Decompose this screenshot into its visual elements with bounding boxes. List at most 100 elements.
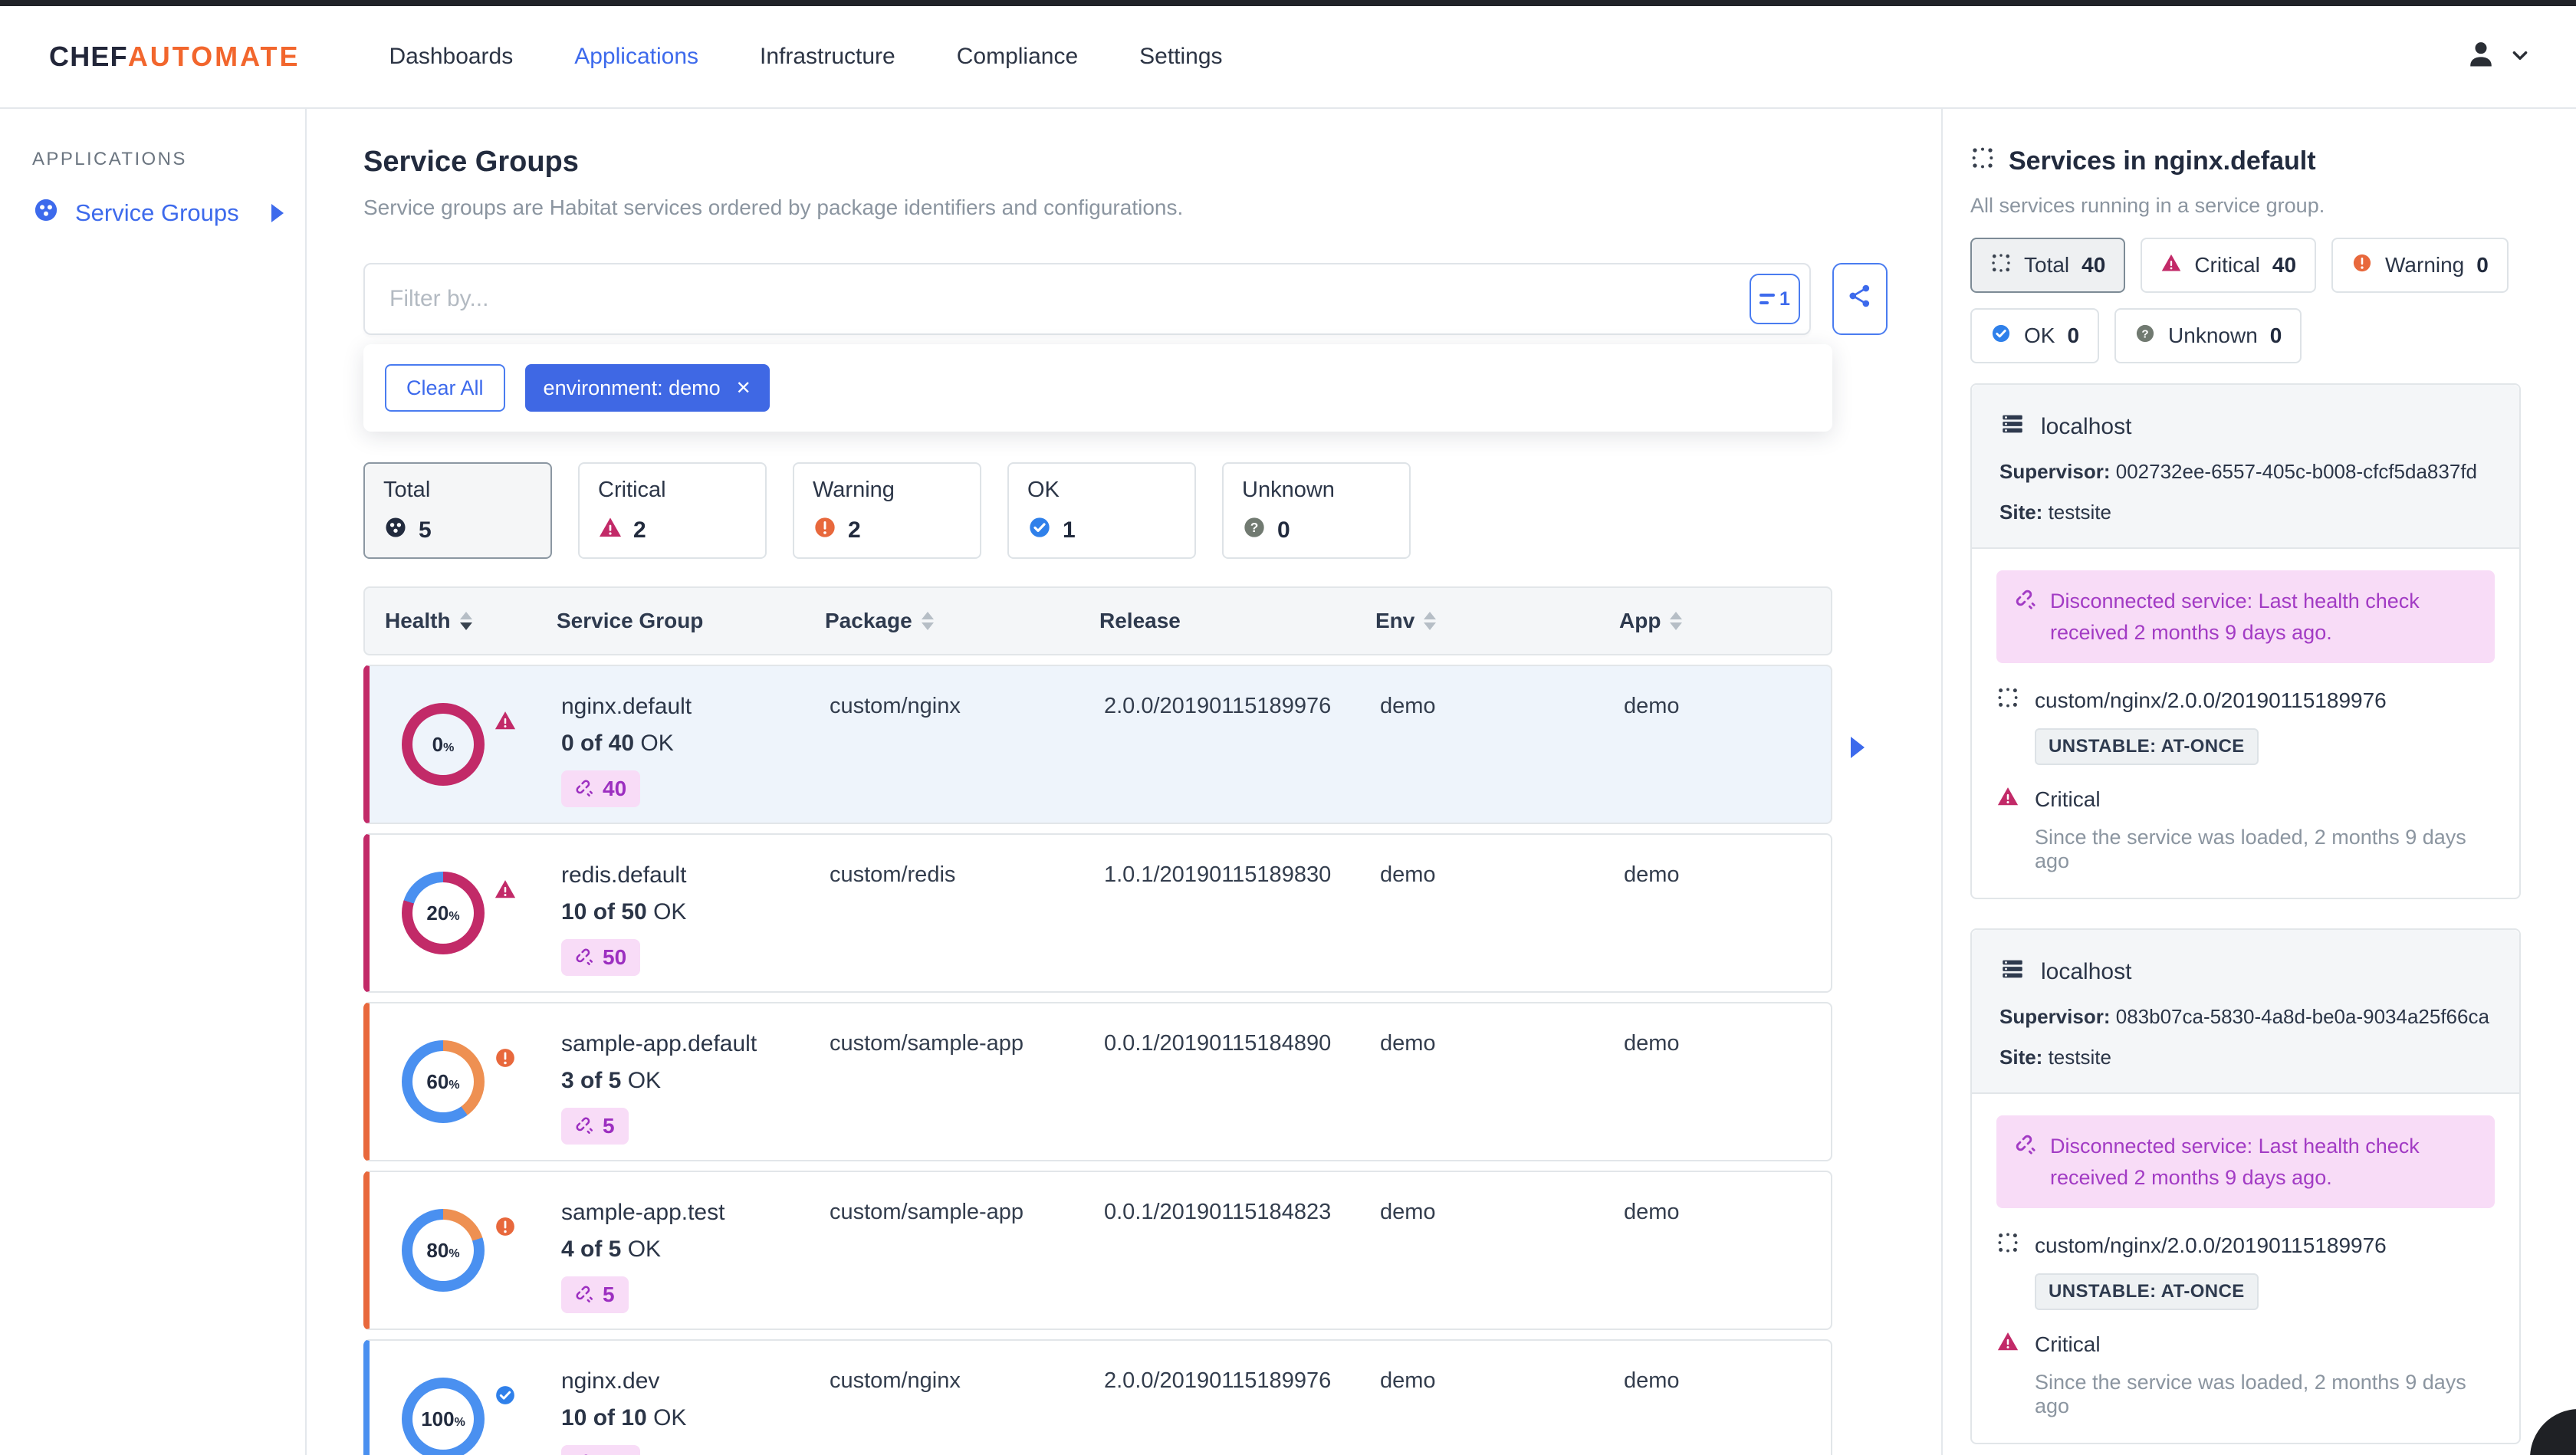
column-header-package[interactable]: Package [825,609,1099,633]
service-group-name: redis.default [561,862,687,888]
update-strategy-badge: UNSTABLE: AT-ONCE [2035,1273,2259,1310]
supervisor-id: 083b07ca-5830-4a8d-be0a-9034a25f66ca [2115,1005,2489,1028]
tab-ok[interactable]: OK 1 [1007,462,1196,559]
chef-automate-logo[interactable]: CHEFAUTOMATE [49,41,300,73]
column-header-app[interactable]: App [1619,609,1831,633]
critical-icon [2160,252,2182,279]
filter-count-button[interactable]: 1 [1750,274,1800,324]
app-window: CHEFAUTOMATE Dashboards Applications Inf… [0,0,2576,1455]
service-group-name: nginx.default [561,694,692,719]
service-groups-icon [32,196,60,230]
share-button[interactable] [1832,263,1888,335]
sort-icons[interactable] [1424,612,1437,630]
env-cell: demo [1380,862,1436,887]
package-cell: custom/nginx [830,1368,961,1393]
tab-unknown[interactable]: Unknown ? 0 [1222,462,1411,559]
site-name: testsite [2048,501,2111,524]
tab-total[interactable]: Total 5 [363,462,552,559]
badge-warning[interactable]: Warning 0 [2331,238,2509,293]
nav-compliance[interactable]: Compliance [957,44,1078,70]
nav-infrastructure[interactable]: Infrastructure [760,44,895,70]
svg-text:?: ? [2141,327,2148,340]
nav-applications[interactable]: Applications [574,44,698,70]
table-row[interactable]: 0% nginx.default 0 of 40 OK 40 custom/ng… [363,665,1865,824]
panel-subtitle: All services running in a service group. [1970,194,2325,217]
release-cell: 0.0.1/20190115184823 [1104,1200,1332,1224]
sort-icons[interactable] [1670,612,1683,630]
column-header-service-group[interactable]: Service Group [557,609,825,633]
host-name: localhost [2041,414,2132,439]
user-avatar-icon [2464,37,2498,77]
app-cell: demo [1624,862,1680,887]
badge-unknown[interactable]: ? Unknown 0 [2114,308,2302,363]
sidebar-item-service-groups[interactable]: Service Groups [32,196,305,230]
warning-icon [2351,252,2373,279]
broken-link-icon [576,1117,593,1135]
user-menu[interactable] [2464,37,2530,77]
critical-icon [494,878,517,907]
broken-link-icon [2016,1135,2036,1154]
row-chevron-right-icon[interactable] [1851,737,1865,758]
column-header-release[interactable]: Release [1099,609,1375,633]
logo-automate: AUTOMATE [127,41,301,72]
services-side-panel: Services in nginx.default All services r… [1941,109,2576,1455]
tab-warning[interactable]: Warning 2 [793,462,981,559]
env-cell: demo [1380,1031,1436,1056]
main-content: Service Groups Service groups are Habita… [307,109,1941,1455]
sidebar-item-label: Service Groups [75,199,239,226]
nav-settings[interactable]: Settings [1139,44,1222,70]
clear-all-button[interactable]: Clear All [385,364,505,412]
update-strategy-badge: UNSTABLE: AT-ONCE [2035,728,2259,765]
disconnected-notice: Disconnected service: Last health check … [1996,570,2495,663]
service-health: Critical [2035,787,2101,811]
top-navbar: CHEFAUTOMATE Dashboards Applications Inf… [0,6,2576,109]
applied-filters-panel: Clear All environment: demo ✕ [363,344,1832,432]
env-cell: demo [1380,694,1436,718]
warning-icon [813,515,837,546]
service-group-name: nginx.dev [561,1368,660,1394]
server-icon [1999,411,2026,443]
nav-dashboards[interactable]: Dashboards [389,44,513,70]
table-row[interactable]: 60% sample-app.default 3 of 5 OK 5 custo… [363,1002,1832,1161]
main-nav: Dashboards Applications Infrastructure C… [389,44,1222,70]
sort-icons[interactable] [459,612,472,630]
health-donut: 60% [402,1040,485,1123]
ok-icon [494,1384,517,1413]
table-row[interactable]: 80% sample-app.test 4 of 5 OK 5 custom/s… [363,1171,1832,1330]
service-card: localhost Supervisor: 083b07ca-5830-4a8d… [1970,928,2521,1444]
package-dots-icon [1996,686,2019,714]
host-name: localhost [2041,959,2132,984]
table-row[interactable]: 20% redis.default 10 of 50 OK 50 custom/… [363,833,1832,993]
service-group-name: sample-app.default [561,1031,757,1056]
top-strip [0,0,2576,6]
package-cell: custom/sample-app [830,1031,1024,1056]
broken-link-icon [576,1286,593,1303]
app-cell: demo [1624,1031,1680,1056]
package-cell: custom/sample-app [830,1200,1024,1224]
env-cell: demo [1380,1368,1436,1393]
package-cell: custom/redis [830,862,956,887]
unknown-icon: ? [1242,515,1267,546]
sort-icons[interactable] [921,612,934,630]
release-cell: 2.0.0/20190115189976 [1104,1368,1332,1393]
badge-ok[interactable]: OK 0 [1970,308,2100,363]
critical-icon [598,515,623,546]
badge-total[interactable]: Total 40 [1970,238,2126,293]
tab-critical[interactable]: Critical 2 [578,462,767,559]
filter-chip-environment-demo[interactable]: environment: demo ✕ [524,364,770,412]
release-cell: 0.0.1/20190115184890 [1104,1031,1332,1056]
chevron-right-icon[interactable] [271,204,284,222]
health-donut: 0% [402,703,485,786]
ok-icon [1027,515,1052,546]
column-header-env[interactable]: Env [1375,609,1619,633]
column-header-health[interactable]: Health [385,609,557,633]
close-icon[interactable]: ✕ [736,377,751,399]
badge-critical[interactable]: Critical 40 [2141,238,2317,293]
table-row[interactable]: 100% nginx.dev 10 of 10 OK 10 custom/ngi… [363,1339,1832,1455]
health-donut: 20% [402,872,485,954]
filter-input[interactable] [363,263,1811,335]
disconnected-count-badge: 40 [561,770,641,807]
panel-health-badges: Total 40 Critical 40 Warning 0 OK 0 ? Unknow… [1970,238,2521,363]
filter-icon [1760,294,1776,304]
release-cell: 1.0.1/20190115189830 [1104,862,1332,887]
